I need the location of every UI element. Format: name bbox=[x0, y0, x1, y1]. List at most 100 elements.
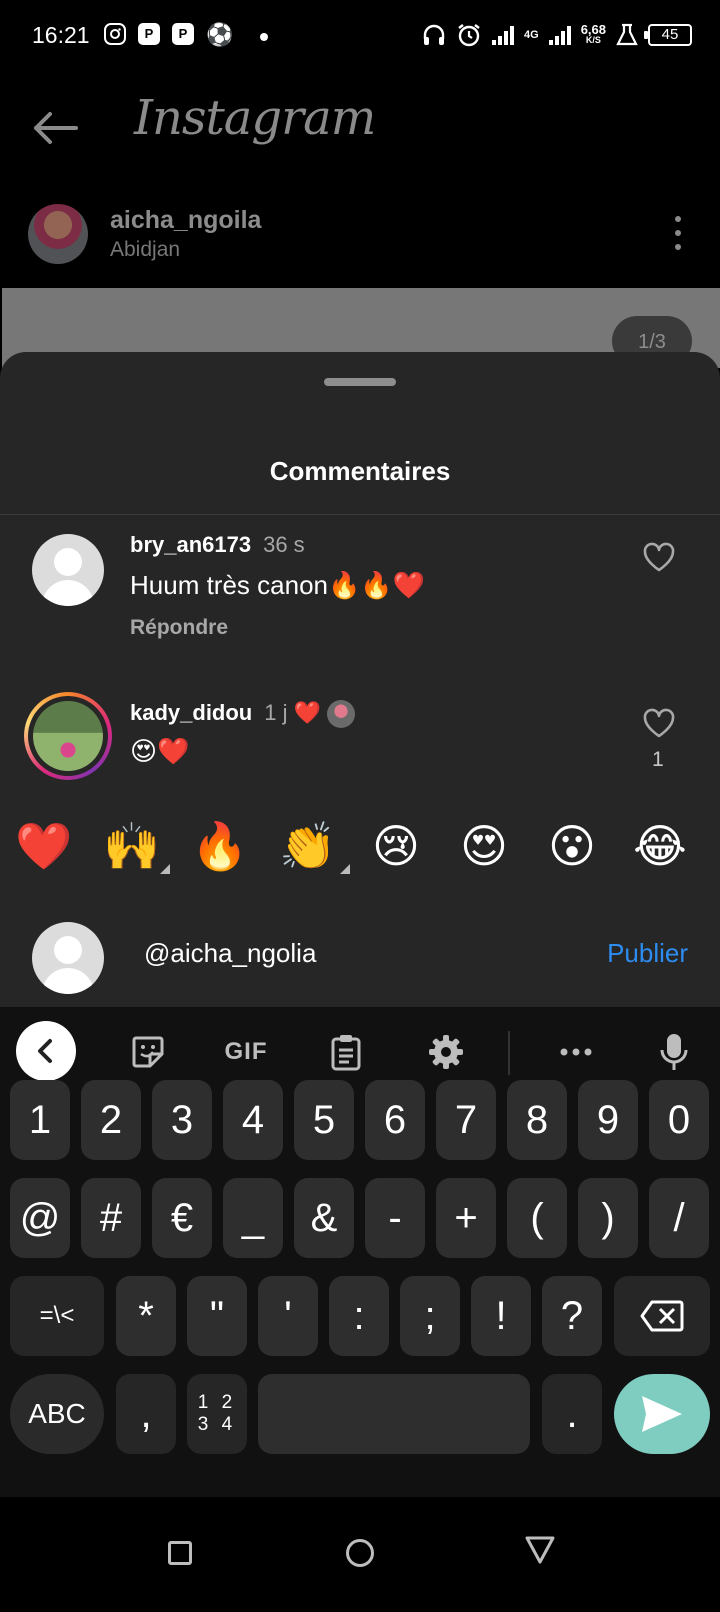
emoji-heart-button[interactable]: ❤️ bbox=[14, 816, 74, 876]
abc-key[interactable]: ABC bbox=[10, 1374, 104, 1454]
emoji-clap-button[interactable]: 👏 bbox=[278, 816, 338, 876]
comment-time: 1 j bbox=[264, 700, 288, 725]
back-triangle-icon[interactable] bbox=[524, 1535, 556, 1565]
key-question[interactable]: ? bbox=[542, 1276, 602, 1356]
emoji-laughing-button[interactable]: 😂 bbox=[630, 816, 690, 876]
alarm-icon bbox=[458, 24, 480, 47]
emoji-fire-button[interactable]: 🔥 bbox=[190, 816, 250, 876]
app-header: Instagram bbox=[0, 72, 720, 182]
post-location[interactable]: Abidjan bbox=[110, 238, 180, 262]
comment-username-text: kady_didou bbox=[130, 700, 253, 725]
key-open-paren[interactable]: ( bbox=[507, 1178, 567, 1258]
headphones-icon bbox=[423, 24, 445, 45]
author-avatar[interactable] bbox=[28, 204, 88, 264]
clipboard-button[interactable] bbox=[322, 1021, 370, 1083]
more-notifications-dot bbox=[260, 33, 268, 41]
emoji-heart-eyes-button[interactable]: 😍 bbox=[454, 816, 514, 876]
space-key[interactable] bbox=[258, 1374, 530, 1454]
key-colon[interactable]: : bbox=[329, 1276, 389, 1356]
emoji-raised-hands-button[interactable]: 🙌 bbox=[102, 816, 162, 876]
key-6[interactable]: 6 bbox=[365, 1080, 425, 1160]
flask-icon bbox=[616, 23, 638, 46]
more-horizontal-icon bbox=[560, 1048, 592, 1056]
author-username[interactable]: aicha_ngoila bbox=[110, 206, 261, 235]
key-4[interactable]: 4 bbox=[223, 1080, 283, 1160]
like-heart-icon[interactable] bbox=[642, 542, 676, 572]
gif-button[interactable]: GIF bbox=[216, 1021, 276, 1083]
key-euro[interactable]: € bbox=[152, 1178, 212, 1258]
network-type-label: 4G bbox=[524, 28, 539, 41]
key-8[interactable]: 8 bbox=[507, 1080, 567, 1160]
like-heart-icon[interactable] bbox=[642, 708, 676, 738]
key-underscore[interactable]: _ bbox=[223, 1178, 283, 1258]
divider bbox=[0, 514, 720, 515]
publish-button[interactable]: Publier bbox=[607, 938, 688, 969]
settings-button[interactable] bbox=[422, 1021, 470, 1083]
key-comma[interactable]: , bbox=[116, 1374, 176, 1454]
send-icon bbox=[642, 1396, 682, 1432]
skin-tone-indicator bbox=[340, 864, 350, 874]
author-mini-avatar bbox=[327, 700, 356, 729]
data-speed: 6,68 K/S bbox=[581, 23, 606, 46]
key-7[interactable]: 7 bbox=[436, 1080, 496, 1160]
key-plus[interactable]: + bbox=[436, 1178, 496, 1258]
comment-input[interactable]: @aicha_ngolia bbox=[144, 938, 316, 969]
more-tools-button[interactable] bbox=[552, 1021, 600, 1083]
instagram-notification-icon bbox=[104, 23, 126, 45]
skin-tone-indicator bbox=[160, 864, 170, 874]
comment-username-text: bry_an6173 bbox=[130, 532, 252, 557]
voice-input-button[interactable] bbox=[650, 1021, 698, 1083]
comment-composer: @aicha_ngolia Publier bbox=[0, 898, 720, 1006]
back-arrow-icon[interactable] bbox=[30, 108, 80, 148]
send-key[interactable] bbox=[614, 1374, 710, 1454]
home-button[interactable] bbox=[346, 1539, 374, 1567]
key-3[interactable]: 3 bbox=[152, 1080, 212, 1160]
sticker-button[interactable] bbox=[124, 1021, 172, 1083]
sheet-drag-handle[interactable] bbox=[324, 378, 396, 386]
backspace-key[interactable] bbox=[614, 1276, 710, 1356]
numpad-key[interactable]: 1 2 3 4 bbox=[187, 1374, 247, 1454]
key-1[interactable]: 1 bbox=[10, 1080, 70, 1160]
key-double-quote[interactable]: " bbox=[187, 1276, 247, 1356]
key-slash[interactable]: / bbox=[649, 1178, 709, 1258]
p-app-notification-icon: P bbox=[138, 23, 160, 45]
more-options-icon[interactable] bbox=[674, 216, 682, 250]
keyboard-collapse-button[interactable] bbox=[16, 1021, 76, 1081]
current-user-avatar bbox=[32, 922, 104, 994]
app-title: Instagram bbox=[134, 90, 376, 146]
clipboard-icon bbox=[331, 1035, 361, 1071]
emoji-surprised-button[interactable]: 😮 bbox=[542, 816, 602, 876]
reply-button[interactable]: Répondre bbox=[130, 616, 228, 640]
key-minus[interactable]: - bbox=[365, 1178, 425, 1258]
sticker-icon bbox=[132, 1036, 164, 1068]
key-ampersand[interactable]: & bbox=[294, 1178, 354, 1258]
key-period[interactable]: . bbox=[542, 1374, 602, 1454]
recent-apps-button[interactable] bbox=[168, 1541, 192, 1565]
gear-icon bbox=[429, 1035, 463, 1069]
toolbar-divider bbox=[508, 1031, 510, 1075]
status-bar: 16:21 P P ⚽ 4G 6,68 K/S 45 bbox=[0, 0, 720, 72]
key-2[interactable]: 2 bbox=[81, 1080, 141, 1160]
emoji-crying-button[interactable]: 😢 bbox=[366, 816, 426, 876]
key-asterisk[interactable]: * bbox=[116, 1276, 176, 1356]
key-0[interactable]: 0 bbox=[649, 1080, 709, 1160]
comment-username[interactable]: kady_didou 1 j ❤️ bbox=[130, 700, 356, 729]
like-count: 1 bbox=[652, 748, 664, 771]
key-single-quote[interactable]: ' bbox=[258, 1276, 318, 1356]
avatar-story-ring[interactable] bbox=[24, 692, 112, 780]
post-author-row: aicha_ngoila Abidjan bbox=[0, 182, 720, 282]
key-9[interactable]: 9 bbox=[578, 1080, 638, 1160]
avatar[interactable] bbox=[32, 534, 104, 606]
soccer-ball-icon: ⚽ bbox=[206, 22, 234, 47]
key-semicolon[interactable]: ; bbox=[400, 1276, 460, 1356]
key-exclamation[interactable]: ! bbox=[471, 1276, 531, 1356]
comment-username[interactable]: bry_an6173 36 s bbox=[130, 532, 305, 558]
key-at[interactable]: @ bbox=[10, 1178, 70, 1258]
status-icons: 4G 6,68 K/S 45 bbox=[422, 20, 692, 50]
key-more-symbols[interactable]: =\< bbox=[10, 1276, 104, 1356]
avatar bbox=[33, 701, 103, 771]
key-5[interactable]: 5 bbox=[294, 1080, 354, 1160]
key-hash[interactable]: # bbox=[81, 1178, 141, 1258]
key-close-paren[interactable]: ) bbox=[578, 1178, 638, 1258]
p-app-notification-icon-2: P bbox=[172, 23, 194, 45]
